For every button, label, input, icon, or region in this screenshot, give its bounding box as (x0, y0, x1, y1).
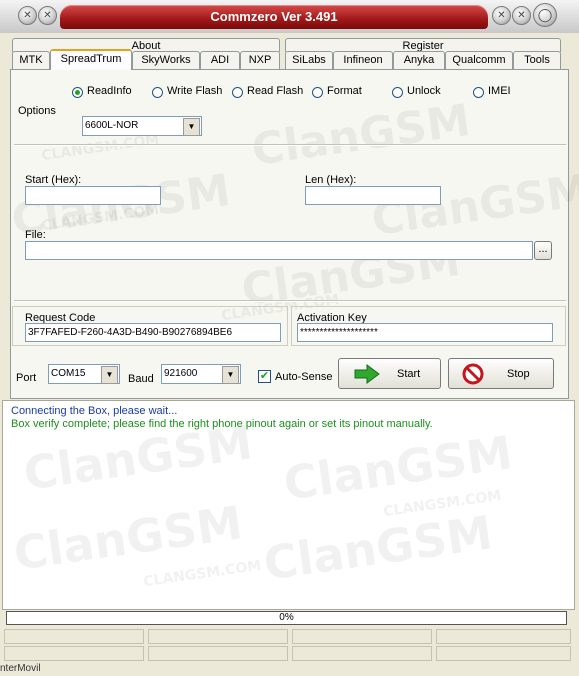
stop-button[interactable]: Stop (448, 358, 554, 389)
status-panel (4, 646, 144, 661)
circle-x-icon[interactable]: ✕ (512, 6, 531, 25)
radio-format[interactable] (312, 87, 323, 98)
start-button-label: Start (397, 368, 421, 380)
status-panel (292, 629, 432, 644)
port-label: Port (16, 372, 37, 384)
tab-nxp[interactable]: NXP (240, 51, 280, 69)
status-panel (436, 629, 571, 644)
tab-spreadtrum[interactable]: SpreadTrum (50, 49, 132, 70)
stop-button-label: Stop (507, 368, 530, 380)
chevron-down-icon[interactable]: ▼ (183, 118, 200, 136)
status-panel (292, 646, 432, 661)
model-select[interactable]: 6600L-NOR ▼ (82, 116, 202, 136)
radio-unlock[interactable] (392, 87, 403, 98)
baud-select-value: 921600 (164, 368, 198, 379)
status-panel (436, 646, 571, 661)
tab-adi[interactable]: ADI (200, 51, 240, 69)
chevron-down-icon[interactable]: ▼ (101, 366, 118, 384)
radio-unlock-label[interactable]: Unlock (407, 85, 441, 97)
tab-mtk[interactable]: MTK (12, 51, 50, 69)
radio-write-flash[interactable] (152, 87, 163, 98)
footer-text: nterMovil (0, 663, 41, 674)
start-hex-label: Start (Hex): (25, 174, 82, 186)
divider (14, 300, 566, 302)
radio-readinfo-label[interactable]: ReadInfo (87, 85, 132, 97)
watermark: ClanGSM (368, 164, 579, 247)
tab-infineon[interactable]: Infineon (333, 51, 393, 69)
stop-icon (462, 363, 484, 385)
len-hex-label: Len (Hex): (305, 174, 357, 186)
baud-select[interactable]: 921600 ▼ (161, 364, 241, 384)
log-area[interactable]: ClanGSM ClanGSM ClanGSM ClanGSM CLANGSM.… (2, 400, 575, 610)
browse-button[interactable]: ... (534, 241, 552, 260)
divider (14, 144, 566, 146)
tab-skyworks[interactable]: SkyWorks (132, 51, 200, 69)
radio-read-flash[interactable] (232, 87, 243, 98)
radio-readinfo[interactable] (72, 87, 83, 98)
file-label: File: (25, 229, 46, 241)
watermark: ClanGSM (248, 94, 474, 177)
radio-write-flash-label[interactable]: Write Flash (167, 85, 222, 97)
log-line: Connecting the Box, please wait... (11, 405, 178, 417)
radio-imei[interactable] (473, 87, 484, 98)
progress-text: 0% (279, 612, 294, 623)
radio-format-label[interactable]: Format (327, 85, 362, 97)
start-hex-input[interactable] (25, 186, 161, 205)
window-title: Commzero Ver 3.491 (210, 9, 338, 24)
model-select-value: 6600L-NOR (85, 120, 139, 131)
baud-label: Baud (128, 373, 154, 385)
close-icon[interactable]: ◯ (533, 3, 557, 27)
port-select-value: COM15 (51, 368, 86, 379)
status-panel (148, 646, 288, 661)
start-button[interactable]: Start (338, 358, 441, 389)
circle-x-icon[interactable]: ✕ (38, 6, 57, 25)
arrow-right-icon (354, 364, 380, 384)
status-panel (148, 629, 288, 644)
file-input[interactable] (25, 241, 533, 260)
watermark-small: CLANGSM.COM (142, 557, 263, 591)
activation-key-field[interactable]: ******************** (297, 323, 553, 342)
options-label: Options (18, 105, 56, 117)
len-hex-input[interactable] (305, 186, 441, 205)
request-code-field[interactable]: 3F7FAFED-F260-4A3D-B490-B90276894BE6 (25, 323, 281, 342)
watermark: ClanGSM (260, 505, 496, 591)
watermark-small: CLANGSM.COM (40, 131, 161, 165)
status-panel (4, 629, 144, 644)
radio-imei-label[interactable]: IMEI (488, 85, 511, 97)
progress-bar: 0% (6, 611, 567, 625)
tab-qualcomm[interactable]: Qualcomm (445, 51, 513, 69)
tab-anyka[interactable]: Anyka (393, 51, 445, 69)
auto-sense-label[interactable]: Auto-Sense (275, 371, 332, 383)
auto-sense-checkbox[interactable]: ✔ (258, 370, 271, 383)
radio-read-flash-label[interactable]: Read Flash (247, 85, 303, 97)
circle-x-icon[interactable]: ✕ (492, 6, 511, 25)
circle-x-icon[interactable]: ✕ (18, 6, 37, 25)
log-line: Box verify complete; please find the rig… (11, 418, 433, 430)
tab-silabs[interactable]: SiLabs (285, 51, 333, 69)
tab-tools[interactable]: Tools (513, 51, 561, 69)
port-select[interactable]: COM15 ▼ (48, 364, 120, 384)
chevron-down-icon[interactable]: ▼ (222, 366, 239, 384)
